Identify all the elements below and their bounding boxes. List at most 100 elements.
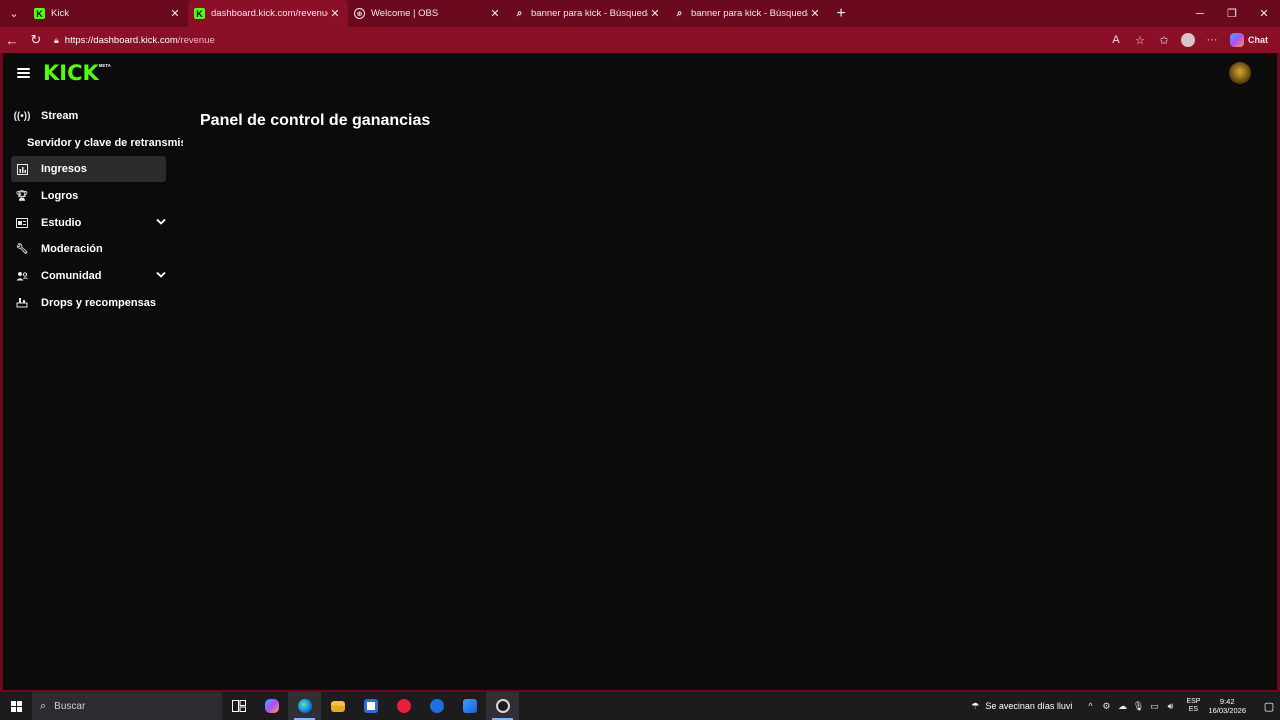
volume-icon[interactable]: 🔊︎ — [1162, 701, 1178, 712]
address-bar: ← ↻ 🔒︎ https://dashboard.kick.com/revenu… — [0, 27, 1280, 53]
chevron-down-icon[interactable] — [156, 217, 166, 226]
menu-hamburger-icon[interactable] — [17, 68, 30, 78]
sidebar-item-moderacion[interactable]: 🔧︎ Moderación — [11, 236, 177, 262]
wrench-icon: 🔧︎ — [15, 243, 29, 255]
paint-app-icon[interactable] — [453, 692, 486, 720]
sidebar-item-drops[interactable]: Drops y recompensas — [11, 290, 177, 316]
search-icon: ⌕ — [516, 8, 523, 19]
dashboard-page: KICK BETA ((•)) Stream Servidor y clave … — [3, 53, 1277, 690]
file-explorer-icon[interactable] — [321, 692, 354, 720]
community-icon — [15, 269, 29, 283]
sidebar-item-stream[interactable]: ((•)) Stream — [11, 103, 177, 129]
favorites-icon[interactable]: ✩ — [1154, 30, 1174, 50]
sidebar-item-label: Drops y recompensas — [41, 296, 156, 309]
lang-bottom: ES — [1188, 706, 1199, 713]
window-controls: ─ ❐ ✕ — [1184, 0, 1280, 27]
browser-tab-obs[interactable]: ⊕ Welcome | OBS ✕ — [348, 0, 508, 27]
url-path: /revenue — [177, 34, 215, 46]
sidebar-item-label: Logros — [41, 190, 79, 203]
tab-close-icon[interactable]: ✕ — [648, 7, 662, 20]
tray-app-icon[interactable]: ⚙ — [1098, 701, 1114, 712]
profile-icon[interactable] — [1178, 30, 1198, 50]
tab-close-icon[interactable]: ✕ — [488, 7, 502, 20]
globe-icon: ⊕ — [354, 8, 365, 19]
read-aloud-icon[interactable]: A — [1106, 30, 1126, 50]
sidebar-item-estudio[interactable]: Estudio — [11, 210, 177, 236]
tab-title: banner para kick - Búsqueda — [531, 8, 648, 19]
address-bar-actions: A ☆ ✩ ··· Chat — [1106, 30, 1280, 50]
sidebar-item-logros[interactable]: 🏆︎ Logros — [11, 183, 177, 209]
sidebar-item-label: Comunidad — [41, 270, 102, 283]
sidebar-item-stream-key[interactable]: Servidor y clave de retransmisión — [11, 130, 183, 156]
notifications-icon[interactable]: ▢ — [1258, 700, 1280, 713]
tab-close-icon[interactable]: ✕ — [328, 7, 342, 20]
search-icon: ⌕ — [40, 699, 47, 712]
sidebar-item-label: Ingresos — [41, 163, 87, 176]
beta-badge: BETA — [99, 63, 111, 68]
media-app-icon[interactable] — [387, 692, 420, 720]
page-title: Panel de control de ganancias — [200, 112, 431, 129]
tab-actions-chevron-icon[interactable]: ⌄ — [0, 0, 28, 27]
sidebar-item-ingresos[interactable]: Ingresos — [11, 156, 166, 183]
system-tray: ☂ Se avecinan días lluvi ^ ⚙ ☁ 🎙︎ ▭ 🔊︎ E… — [971, 692, 1280, 720]
copilot-icon — [1230, 33, 1244, 47]
close-icon[interactable]: ✕ — [1248, 0, 1280, 27]
microphone-icon[interactable]: 🎙︎ — [1130, 701, 1146, 712]
kick-icon: K — [34, 8, 45, 19]
taskbar-search-input[interactable]: ⌕ Buscar — [32, 692, 222, 720]
url-field[interactable]: 🔒︎ https://dashboard.kick.com/revenue — [48, 29, 1106, 51]
network-icon[interactable]: ▭ — [1146, 701, 1162, 712]
minimize-icon[interactable]: ─ — [1184, 0, 1216, 27]
more-options-icon[interactable]: ··· — [1202, 30, 1222, 50]
search-icon: ⌕ — [676, 8, 683, 19]
chat-label: Chat — [1248, 35, 1268, 45]
browser-tab-search[interactable]: ⌕ banner para kick - Búsqueda ✕ — [508, 0, 668, 27]
rain-cloud-icon: ☂ — [971, 700, 980, 711]
windows-logo-icon — [10, 700, 22, 712]
language-indicator[interactable]: ESP ES — [1186, 698, 1200, 714]
chevron-up-icon[interactable]: ^ — [1082, 701, 1098, 711]
onedrive-icon[interactable]: ☁ — [1114, 701, 1130, 712]
weather-widget[interactable]: ☂ Se avecinan días lluvi — [971, 701, 1072, 712]
obs-app-icon[interactable] — [486, 692, 519, 720]
user-avatar[interactable] — [1229, 62, 1251, 84]
sidebar-item-label: Servidor y clave de retransmisión — [27, 136, 183, 149]
sidebar-item-comunidad[interactable]: Comunidad — [11, 263, 177, 289]
sidebar-item-label: Estudio — [41, 216, 82, 229]
mail-app-icon[interactable] — [420, 692, 453, 720]
browser-tab-image-search[interactable]: ⌕ banner para kick - Búsqueda imág ✕ — [668, 0, 828, 27]
browser-tab-dashboard[interactable]: K dashboard.kick.com/revenue ✕ — [188, 0, 348, 27]
lock-icon: 🔒︎ — [54, 34, 59, 45]
kick-icon: K — [194, 8, 205, 19]
trophy-icon: 🏆︎ — [15, 190, 29, 202]
copilot-chat-button[interactable]: Chat — [1226, 30, 1272, 50]
broadcast-icon: ((•)) — [13, 110, 31, 122]
start-button[interactable] — [0, 692, 32, 720]
restore-icon[interactable]: ❐ — [1216, 0, 1248, 27]
dashboard-header: KICK BETA — [3, 53, 1277, 93]
copilot-app-icon[interactable] — [255, 692, 288, 720]
clock[interactable]: 9:42 16/03/2026 — [1208, 697, 1246, 715]
sidebar-item-label: Moderación — [41, 243, 103, 256]
tab-close-icon[interactable]: ✕ — [168, 7, 182, 20]
edge-browser-icon[interactable] — [288, 692, 321, 720]
chevron-down-icon[interactable] — [156, 270, 166, 279]
task-view-icon[interactable] — [222, 692, 255, 720]
tab-title: dashboard.kick.com/revenue — [211, 8, 328, 19]
sidebar-nav: ((•)) Stream Servidor y clave de retrans… — [11, 103, 183, 317]
browser-tab-kick[interactable]: K Kick ✕ — [28, 0, 188, 27]
browser-tab-strip: ⌄ K Kick ✕ K dashboard.kick.com/revenue … — [0, 0, 1280, 27]
back-arrow-icon[interactable]: ← — [0, 27, 24, 53]
clock-date: 16/03/2026 — [1208, 706, 1246, 715]
favorite-star-icon[interactable]: ☆ — [1130, 30, 1150, 50]
refresh-icon[interactable]: ↻ — [24, 27, 48, 53]
kick-logo[interactable]: KICK — [43, 62, 99, 84]
studio-icon — [15, 216, 29, 230]
lang-top: ESP — [1186, 698, 1201, 705]
tab-title: Kick — [51, 8, 69, 19]
tab-close-icon[interactable]: ✕ — [808, 7, 822, 20]
clock-time: 9:42 — [1219, 697, 1235, 706]
microsoft-store-icon[interactable] — [354, 692, 387, 720]
tab-title: banner para kick - Búsqueda imág — [691, 8, 808, 19]
new-tab-button[interactable]: + — [828, 5, 854, 23]
